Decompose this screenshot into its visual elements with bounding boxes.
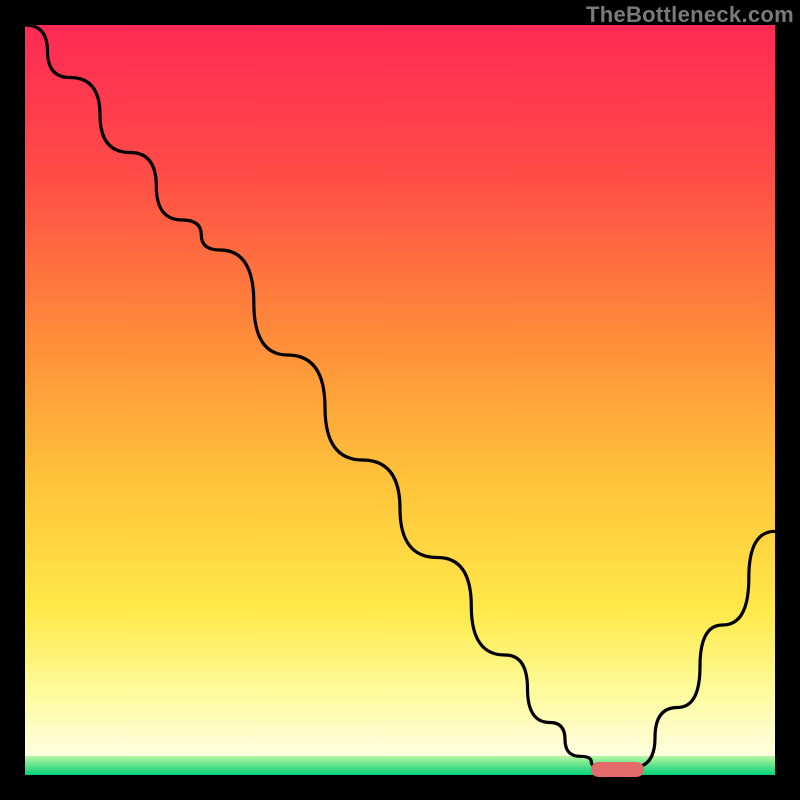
curve-path [25,25,775,768]
bottleneck-curve [25,25,775,775]
plot-area [25,25,775,775]
highlight-marker [591,762,644,777]
watermark-text: TheBottleneck.com [586,2,794,28]
outer-frame: TheBottleneck.com [0,0,800,800]
